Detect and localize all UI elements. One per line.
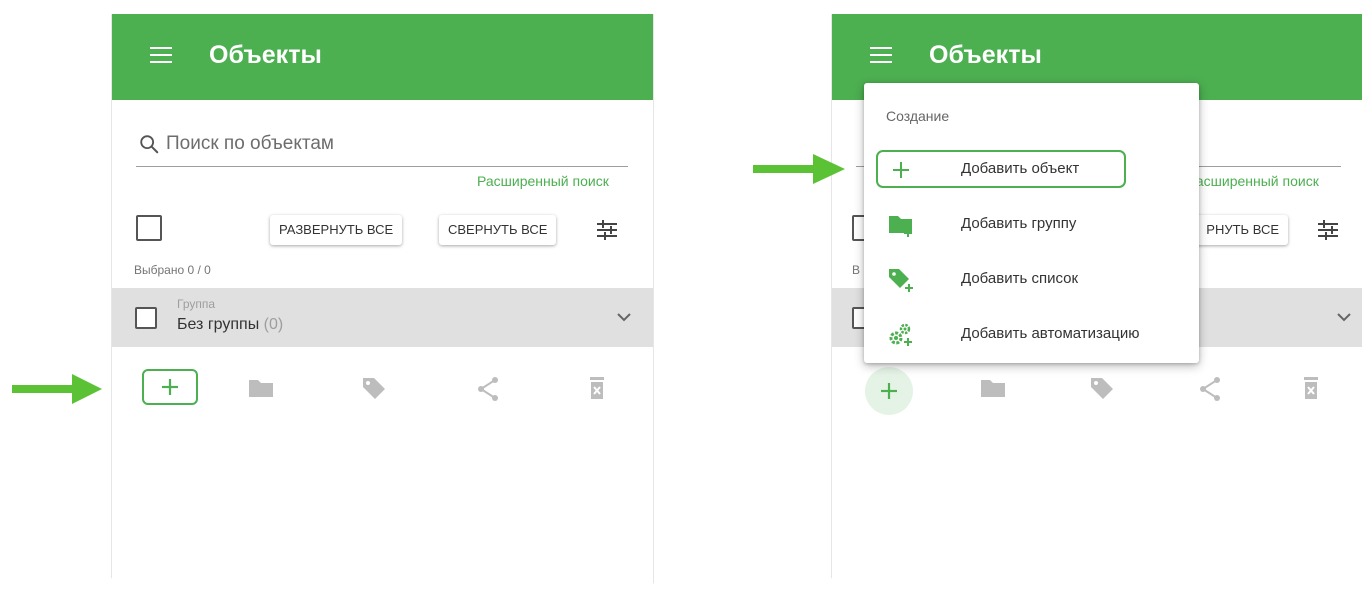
selected-count: Выбрано 0 / 0 (134, 263, 211, 277)
trash-icon[interactable] (588, 376, 606, 400)
page-title: Объекты (209, 41, 322, 69)
plus-icon[interactable] (877, 379, 901, 403)
group-count: (0) (263, 316, 284, 333)
group-name: Без группы (0) (177, 316, 283, 334)
menu-item-label: Добавить автоматизацию (961, 325, 1140, 342)
menu-item-add-list[interactable]: Добавить список (876, 260, 1126, 298)
objects-panel-left: Объекты Расширенный поиск РАЗВЕРНУТЬ ВСЕ… (111, 14, 654, 584)
group-caption: Группа (177, 297, 216, 311)
menu-item-add-automation[interactable]: Добавить автоматизацию (876, 315, 1140, 353)
chevron-down-icon[interactable] (1336, 312, 1352, 322)
hamburger-menu-icon[interactable] (870, 46, 892, 64)
menu-item-label: Добавить объект (961, 160, 1080, 177)
collapse-all-button[interactable]: СВЕРНУТЬ ВСЕ (439, 215, 557, 245)
search-icon (140, 135, 159, 154)
hamburger-menu-icon[interactable] (150, 46, 172, 64)
search-input[interactable] (166, 130, 606, 158)
tag-icon[interactable] (361, 375, 387, 401)
arrow-right-icon (12, 374, 102, 404)
menu-item-add-object[interactable]: Добавить объект (876, 150, 1126, 188)
advanced-search-link[interactable]: Расширенный поиск (477, 173, 609, 189)
group-row[interactable]: Группа Без группы (0) (112, 288, 653, 347)
app-bar: Объекты (112, 14, 653, 100)
filter-settings-icon[interactable] (1316, 219, 1340, 241)
folder-icon[interactable] (248, 378, 274, 398)
page-title: Объекты (929, 41, 1042, 69)
expand-all-button[interactable]: РАЗВЕРНУТЬ ВСЕ (270, 215, 403, 245)
group-name-text: Без группы (177, 316, 260, 333)
group-checkbox[interactable] (135, 307, 157, 329)
trash-icon[interactable] (1302, 376, 1320, 400)
menu-item-label: Добавить группу (961, 215, 1077, 232)
select-all-checkbox[interactable] (136, 215, 162, 241)
tag-icon[interactable] (1089, 375, 1115, 401)
arrow-right-icon (753, 154, 845, 184)
menu-item-label: Добавить список (961, 270, 1079, 287)
chevron-down-icon[interactable] (616, 312, 632, 322)
folder-icon[interactable] (980, 378, 1006, 398)
plus-icon (893, 162, 909, 178)
search-field[interactable] (136, 126, 628, 167)
menu-item-add-group[interactable]: Добавить группу (876, 205, 1126, 243)
dropdown-header: Создание (886, 108, 950, 124)
plus-icon[interactable] (158, 375, 182, 399)
gears-plus-icon (889, 323, 912, 346)
share-icon[interactable] (1198, 376, 1222, 402)
selected-count: В (852, 263, 861, 277)
folder-plus-icon (889, 216, 912, 237)
filter-settings-icon[interactable] (595, 219, 619, 241)
create-dropdown-menu: Создание Добавить объект Добавить группу… (864, 83, 1199, 363)
advanced-search-link[interactable]: Расширенный поиск (1187, 173, 1319, 189)
tag-plus-icon (889, 269, 913, 292)
share-icon[interactable] (476, 376, 500, 402)
